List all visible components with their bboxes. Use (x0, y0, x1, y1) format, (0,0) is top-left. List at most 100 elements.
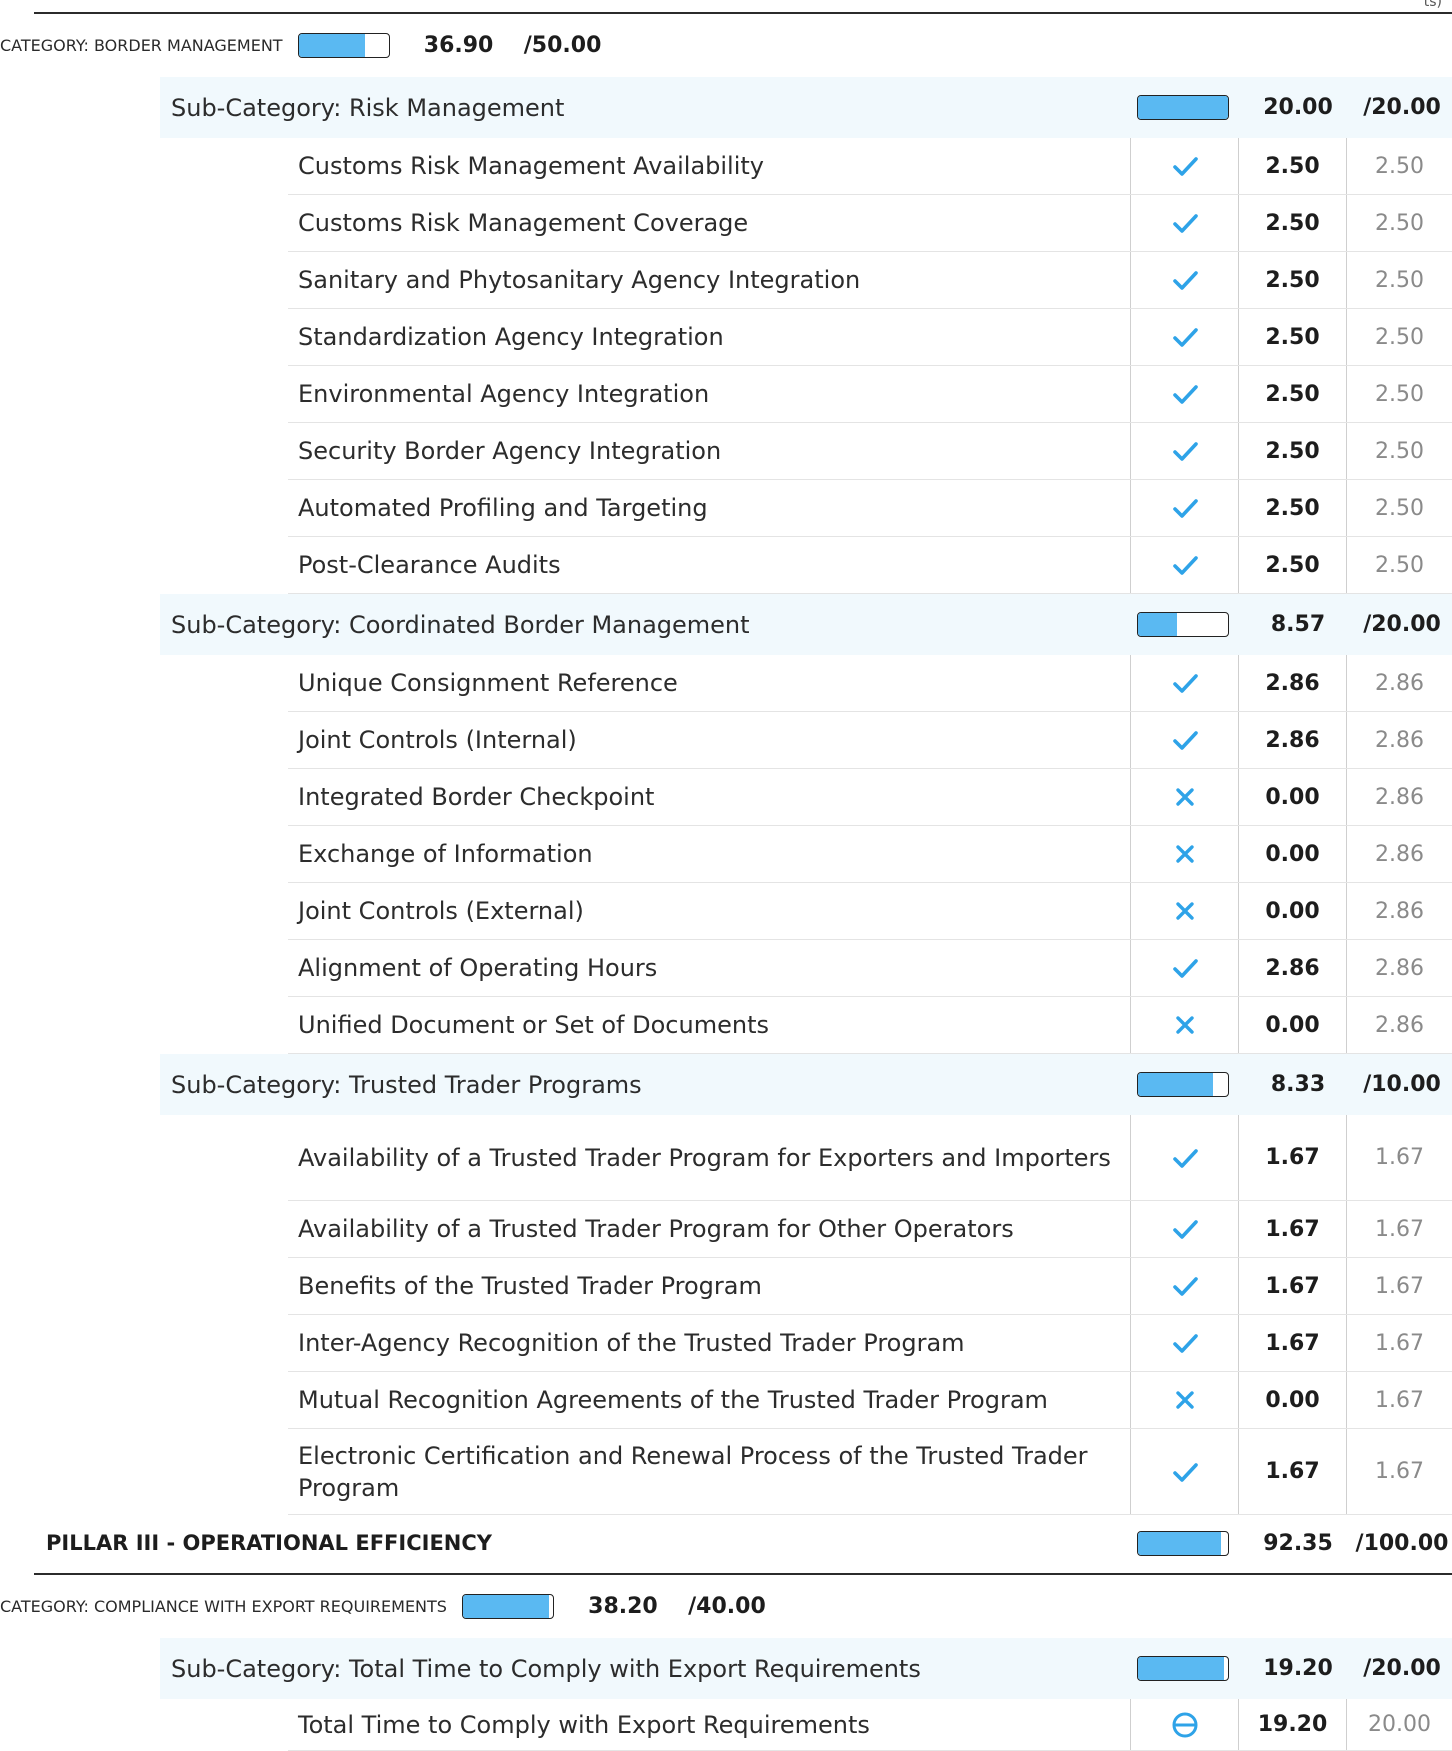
item-label: Automated Profiling and Targeting (298, 494, 708, 522)
subcategory-row: Sub-Category: Risk Management 20.00/20.00 (160, 77, 1452, 138)
max-score-value: 2.50 (1346, 480, 1452, 536)
score-progress-bar (1122, 1530, 1244, 1556)
cross-icon (1130, 826, 1238, 882)
check-icon (1130, 423, 1238, 479)
check-icon (1130, 138, 1238, 194)
score-value: 2.86 (1238, 940, 1346, 996)
max-score-value: 2.50 (1346, 138, 1452, 194)
max-score-value: 2.86 (1346, 940, 1452, 996)
score-value: 2.86 (1238, 712, 1346, 768)
score-value: 36.90 (423, 33, 494, 58)
score-value: 2.50 (1238, 480, 1346, 536)
indicator-row: Integrated Border Checkpoint 0.00 2.86 (288, 769, 1452, 826)
indicator-row: Joint Controls (External) 0.00 2.86 (288, 883, 1452, 940)
item-label: Benefits of the Trusted Trader Program (298, 1272, 762, 1300)
check-icon (1130, 712, 1238, 768)
max-score-value: 20.00 (1346, 1699, 1452, 1750)
max-score-value: 1.67 (1346, 1372, 1452, 1428)
score-value: 92.35 (1263, 1530, 1333, 1556)
score-value: 19.20 (1263, 1656, 1333, 1681)
check-icon (1130, 1258, 1238, 1314)
item-label: Availability of a Trusted Trader Program… (298, 1215, 1014, 1243)
subcategory-row: Sub-Category: Total Time to Comply with … (160, 1638, 1452, 1699)
item-label: Unified Document or Set of Documents (298, 1011, 769, 1039)
item-label: Customs Risk Management Availability (298, 152, 764, 180)
max-score-value: 2.86 (1346, 769, 1452, 825)
max-score-value: /20.00 (1363, 1656, 1441, 1681)
pillar-row: PILLAR III - OPERATIONAL EFFICIENCY 92.35… (34, 1515, 1452, 1571)
cross-icon (1130, 883, 1238, 939)
score-progress-bar (447, 1594, 569, 1619)
score-progress-fill (1138, 96, 1228, 119)
indicator-row: Sanitary and Phytosanitary Agency Integr… (288, 252, 1452, 309)
check-icon (1130, 309, 1238, 365)
max-score-value: 1.67 (1346, 1201, 1452, 1257)
item-label: Sanitary and Phytosanitary Agency Integr… (298, 266, 861, 294)
item-label: Unique Consignment Reference (298, 669, 678, 697)
score-progress-fill (298, 34, 365, 57)
item-label: Post-Clearance Audits (298, 551, 561, 579)
item-label: Joint Controls (Internal) (298, 726, 577, 754)
score-value: 0.00 (1238, 1372, 1346, 1428)
indicator-row: Automated Profiling and Targeting 2.50 2.5… (288, 480, 1452, 537)
indicator-row: Customs Risk Management Coverage 2.50 2.50 (288, 195, 1452, 252)
indicator-row: Security Border Agency Integration 2.50 2.… (288, 423, 1452, 480)
max-score-value: /20.00 (1363, 612, 1441, 637)
indicator-row: Inter-Agency Recognition of the Trusted … (288, 1315, 1452, 1372)
item-label: Exchange of Information (298, 840, 593, 868)
score-progress-fill (1138, 1657, 1225, 1680)
score-value: 0.00 (1238, 997, 1346, 1053)
indicator-row: Customs Risk Management Availability 2.50… (288, 138, 1452, 195)
partial-icon (1130, 1699, 1238, 1750)
category-label: CATEGORY: COMPLIANCE WITH EXPORT REQUIRE… (0, 1597, 447, 1616)
indicator-row: Benefits of the Trusted Trader Program 1.… (288, 1258, 1452, 1315)
item-label: Electronic Certification and Renewal Pro… (298, 1441, 1088, 1502)
check-icon (1130, 537, 1238, 593)
indicator-row: Availability of a Trusted Trader Program… (288, 1115, 1452, 1201)
check-icon (1130, 252, 1238, 308)
max-score-value: /40.00 (688, 1594, 766, 1619)
item-label: Availability of a Trusted Trader Program… (298, 1143, 1111, 1172)
score-progress-bar (1122, 1072, 1244, 1097)
score-progress-fill (462, 1595, 549, 1618)
max-score-value: 1.67 (1346, 1315, 1452, 1371)
max-score-value: 1.67 (1346, 1115, 1452, 1200)
indicator-row: Post-Clearance Audits 2.50 2.50 (288, 537, 1452, 594)
item-label: Alignment of Operating Hours (298, 954, 658, 982)
subcategory-row: Sub-Category: Trusted Trader Programs 8.3… (160, 1054, 1452, 1115)
max-score-value: 2.86 (1346, 712, 1452, 768)
max-score-value: 2.50 (1346, 309, 1452, 365)
score-value: 2.86 (1238, 655, 1346, 711)
score-value: 8.57 (1270, 612, 1326, 637)
subcategory-row: Sub-Category: Coordinated Border Managem… (160, 594, 1452, 655)
max-score-value: 2.50 (1346, 252, 1452, 308)
category-row: CATEGORY: COMPLIANCE WITH EXPORT REQUIRE… (0, 1575, 777, 1638)
page-number-fragment: ts) (1423, 0, 1442, 10)
cross-icon (1130, 769, 1238, 825)
score-value: 2.50 (1238, 366, 1346, 422)
max-score-value: 1.67 (1346, 1258, 1452, 1314)
indicator-row: Exchange of Information 0.00 2.86 (288, 826, 1452, 883)
score-value: 0.00 (1238, 769, 1346, 825)
check-icon (1130, 1201, 1238, 1257)
item-label: Joint Controls (External) (298, 897, 584, 925)
indicator-row: Standardization Agency Integration 2.50 2.… (288, 309, 1452, 366)
score-progress-bar (1122, 95, 1244, 120)
cross-icon (1130, 997, 1238, 1053)
sub-label: Sub-Category: Trusted Trader Programs (171, 1070, 642, 1099)
max-score-value: 2.50 (1346, 537, 1452, 593)
max-score-value: 2.86 (1346, 997, 1452, 1053)
max-score-value: 1.67 (1346, 1429, 1452, 1514)
item-label: Security Border Agency Integration (298, 437, 722, 465)
max-score-value: /20.00 (1363, 95, 1441, 120)
category-row: CATEGORY: BORDER MANAGEMENT 36.90/50.00 (0, 14, 613, 77)
indicator-row: Total Time to Comply with Export Require… (288, 1699, 1452, 1751)
pillar-label: PILLAR III - OPERATIONAL EFFICIENCY (46, 1531, 492, 1555)
score-value: 8.33 (1270, 1072, 1326, 1097)
score-value: 2.50 (1238, 423, 1346, 479)
item-label: Inter-Agency Recognition of the Trusted … (298, 1329, 965, 1357)
check-icon (1130, 480, 1238, 536)
max-score-value: 2.86 (1346, 655, 1452, 711)
check-icon (1130, 1115, 1238, 1200)
max-score-value: /100.00 (1355, 1530, 1449, 1556)
